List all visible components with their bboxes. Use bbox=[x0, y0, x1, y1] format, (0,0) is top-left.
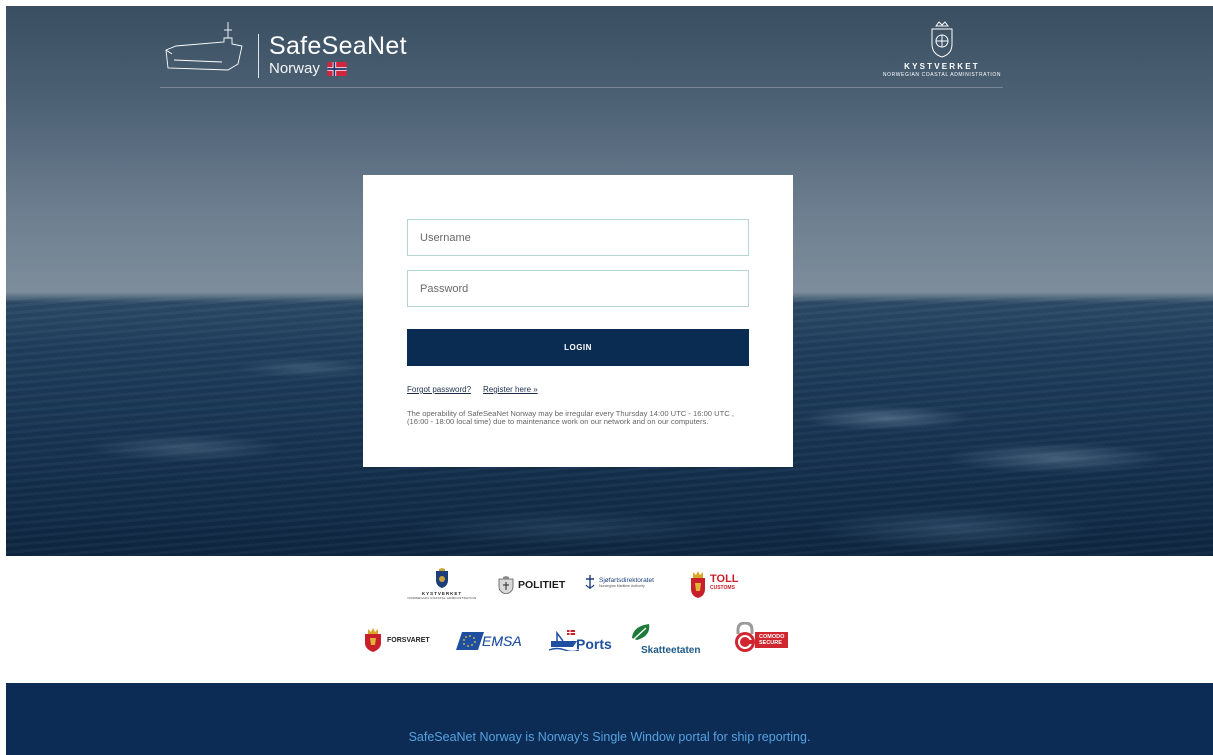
police-crest-icon bbox=[498, 576, 514, 594]
page: SafeSeaNet Norway KYSTVERKET NORWEGIAN C… bbox=[0, 0, 1213, 755]
password-input[interactable] bbox=[407, 270, 749, 307]
kystverket-logo[interactable]: KYSTVERKET NORWEGIAN COASTAL ADMINISTRAT… bbox=[874, 20, 1010, 78]
footer: SafeSeaNet Norway is Norway's Single Win… bbox=[6, 683, 1213, 755]
brand-logo[interactable]: SafeSeaNet Norway bbox=[162, 20, 407, 78]
coast-admin-crest-icon bbox=[931, 21, 953, 58]
login-links: Forgot password? Register here » bbox=[407, 385, 538, 394]
brand-subtitle-text: Norway bbox=[269, 60, 320, 77]
authority-name: KYSTVERKET bbox=[904, 62, 980, 71]
brand-divider bbox=[258, 34, 259, 78]
partner-sjofart-text: Sjøfartsdirektoratet Norwegian Maritime … bbox=[599, 577, 654, 588]
partner-kystverket-sub: NORWEGIAN COASTAL ADMINISTRATION bbox=[407, 596, 477, 600]
partner-politiet-logo[interactable]: POLITIET bbox=[498, 576, 565, 594]
ports-ship-icon bbox=[549, 630, 579, 651]
header-divider bbox=[160, 87, 1003, 88]
partner-forsvaret-logo[interactable]: FORSVARET bbox=[363, 628, 430, 652]
armed-forces-crest-icon bbox=[365, 628, 381, 652]
register-link[interactable]: Register here » bbox=[483, 385, 538, 394]
partner-toll-sub: CUSTOMS bbox=[710, 585, 735, 591]
partner-logos: KYSTVERKET NORWEGIAN COASTAL ADMINISTRAT… bbox=[0, 560, 1213, 680]
brand-subtitle: Norway bbox=[269, 60, 407, 78]
login-card: LOGIN Forgot password? Register here » T… bbox=[363, 175, 793, 467]
partner-sjofart-logo[interactable]: Sjøfartsdirektoratet Norwegian Maritime … bbox=[585, 574, 654, 590]
partner-kystverket-logo[interactable]: KYSTVERKET NORWEGIAN COASTAL ADMINISTRAT… bbox=[404, 568, 480, 600]
ship-outline-icon bbox=[165, 22, 243, 71]
partner-comodo-sub: SECURE bbox=[759, 640, 782, 646]
partner-sjofart-sub: Norwegian Maritime Authority bbox=[599, 583, 645, 588]
partner-toll-name: TOLL bbox=[710, 573, 739, 585]
partner-comodo-logo[interactable]: COMODO SECURE bbox=[733, 622, 789, 652]
partner-toll-text: TOLL CUSTOMS bbox=[710, 573, 739, 593]
forgot-password-link[interactable]: Forgot password? bbox=[407, 385, 471, 394]
tax-leaf-icon bbox=[632, 624, 650, 640]
brand-text: SafeSeaNet Norway bbox=[269, 32, 407, 78]
partner-emsa-logo[interactable]: EMSA bbox=[456, 632, 522, 650]
partner-ports-logo[interactable]: Ports bbox=[549, 628, 612, 652]
partner-politiet-name: POLITIET bbox=[518, 579, 566, 591]
customs-lion-crest-icon bbox=[691, 571, 705, 598]
partner-forsvaret-name: FORSVARET bbox=[387, 636, 430, 644]
norway-flag-icon bbox=[327, 62, 347, 76]
partner-sjofart-name: Sjøfartsdirektoratet bbox=[599, 576, 654, 584]
partner-skatteetaten-name: Skatteetaten bbox=[641, 645, 701, 656]
kystverket-crest-icon bbox=[436, 568, 448, 588]
brand-title: SafeSeaNet bbox=[269, 32, 407, 60]
maritime-authority-icon bbox=[585, 575, 595, 589]
footer-text: SafeSeaNet Norway is Norway's Single Win… bbox=[408, 730, 811, 744]
partner-emsa-name: EMSA bbox=[482, 633, 522, 649]
username-input[interactable] bbox=[407, 219, 749, 256]
login-button[interactable]: LOGIN bbox=[407, 329, 749, 366]
eu-flag-icon bbox=[456, 632, 484, 650]
padlock-icon bbox=[735, 622, 755, 652]
partner-toll-logo[interactable]: TOLL CUSTOMS bbox=[689, 570, 739, 598]
partner-skatteetaten-logo[interactable]: Skatteetaten bbox=[629, 622, 700, 656]
partner-ports-name: Ports bbox=[576, 636, 612, 652]
maintenance-notice: The operability of SafeSeaNet Norway may… bbox=[407, 409, 734, 427]
authority-subtitle: NORWEGIAN COASTAL ADMINISTRATION bbox=[882, 72, 1002, 78]
partner-comodo-badge: COMODO SECURE bbox=[755, 632, 789, 648]
